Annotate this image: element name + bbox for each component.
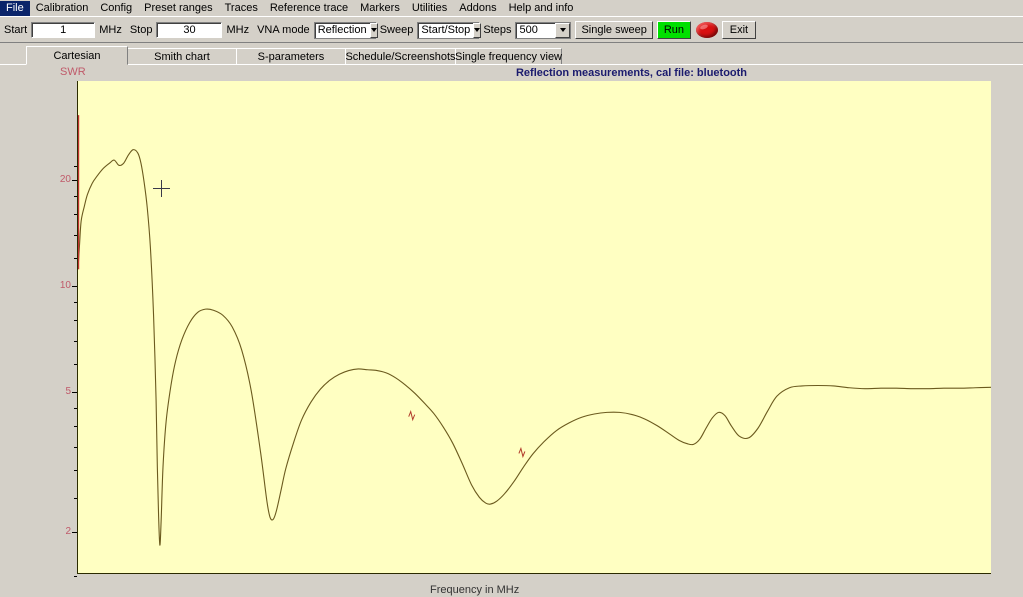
y-axis-title: SWR (60, 66, 86, 78)
single-sweep-button[interactable]: Single sweep (575, 21, 653, 39)
y-axis-minor-tick (74, 258, 77, 260)
chevron-down-icon[interactable] (369, 22, 378, 38)
start-label: Start (4, 24, 28, 36)
menu-item-traces[interactable]: Traces (219, 1, 264, 16)
menu-item-preset-ranges[interactable]: Preset ranges (138, 1, 218, 16)
y-axis-minor-tick (74, 214, 77, 216)
menu-item-calibration[interactable]: Calibration (30, 1, 95, 16)
menu-item-config[interactable]: Config (94, 1, 138, 16)
cartesian-plot-panel: Reflection measurements, cal file: bluet… (0, 65, 1023, 597)
menu-item-markers[interactable]: Markers (354, 1, 406, 16)
sweep-mode-select[interactable]: Start/Stop (417, 21, 482, 39)
x-axis-title: Frequency in MHz (430, 584, 520, 596)
run-button[interactable]: Run (656, 21, 691, 39)
steps-value: 500 (519, 23, 538, 36)
menu-item-help-and-info[interactable]: Help and info (503, 1, 580, 16)
start-frequency-input[interactable] (31, 22, 96, 38)
y-axis-minor-tick (74, 340, 77, 342)
y-axis-minor-tick (74, 234, 77, 236)
vna-mode-select[interactable]: Reflection (313, 21, 378, 39)
plot-area[interactable] (77, 81, 991, 574)
y-axis-minor-tick (74, 302, 77, 304)
y-axis-minor-tick (74, 165, 77, 167)
y-axis-tick (72, 286, 77, 288)
chevron-down-icon[interactable] (555, 22, 571, 38)
y-axis-tick-label: 5 (65, 386, 71, 397)
start-unit-label: MHz (99, 24, 122, 36)
y-axis-minor-tick (74, 426, 77, 428)
tab-strip: Cartesian Smith chart S-parameters Sched… (0, 45, 1023, 65)
y-axis-minor-tick (74, 364, 77, 366)
y-axis-minor-tick (74, 497, 77, 499)
stop-circle-icon[interactable] (695, 22, 718, 38)
vna-mode-label: VNA mode (257, 24, 310, 36)
y-axis-tick-label: 2 (65, 526, 71, 538)
exit-button[interactable]: Exit (721, 21, 756, 39)
y-axis-tick (72, 180, 77, 182)
tab-single-frequency-view[interactable]: Single frequency view (455, 48, 562, 65)
menu-bar: File Calibration Config Preset ranges Tr… (0, 0, 1023, 17)
y-axis-tick-label: 10 (59, 280, 71, 292)
tab-s-parameters[interactable]: S-parameters (236, 48, 346, 65)
stop-frequency-input[interactable] (156, 22, 223, 38)
y-axis-minor-tick (74, 408, 77, 410)
sweep-label: Sweep (379, 24, 414, 36)
glitch-spike-1 (408, 410, 416, 422)
y-axis-minor-tick (74, 446, 77, 448)
chart-title: Reflection measurements, cal file: bluet… (515, 67, 748, 79)
stop-label: Stop (129, 24, 153, 36)
y-axis-minor-tick (74, 320, 77, 322)
tab-schedule-screenshots[interactable]: Schedule/Screenshots (345, 48, 456, 65)
menu-item-utilities[interactable]: Utilities (406, 1, 453, 16)
y-axis-minor-tick (74, 470, 77, 472)
tab-cartesian[interactable]: Cartesian (26, 46, 128, 65)
glitch-spike-2 (518, 446, 526, 459)
y-axis-tick-label: 20 (59, 174, 71, 186)
chevron-down-icon[interactable] (473, 22, 482, 38)
vna-mode-value: Reflection (317, 23, 367, 36)
steps-label: Steps (483, 24, 512, 36)
y-axis-tick (72, 532, 77, 534)
swr-trace-plot (78, 115, 991, 546)
vna-application-window: File Calibration Config Preset ranges Tr… (0, 0, 1023, 597)
sweep-mode-value: Start/Stop (421, 23, 471, 36)
steps-select[interactable]: 500 (515, 21, 572, 39)
tab-smith-chart[interactable]: Smith chart (127, 48, 237, 65)
y-axis-minor-tick (74, 576, 77, 578)
trace-line (78, 149, 991, 546)
y-axis-tick (72, 392, 77, 393)
toolbar: Start MHz Stop MHz VNA mode Reflection S… (0, 18, 1023, 43)
stop-unit-label: MHz (226, 24, 250, 36)
menu-item-file[interactable]: File (0, 0, 30, 16)
menu-item-addons[interactable]: Addons (453, 1, 502, 16)
menu-item-reference-trace[interactable]: Reference trace (264, 1, 354, 16)
y-axis-minor-tick (74, 196, 77, 198)
